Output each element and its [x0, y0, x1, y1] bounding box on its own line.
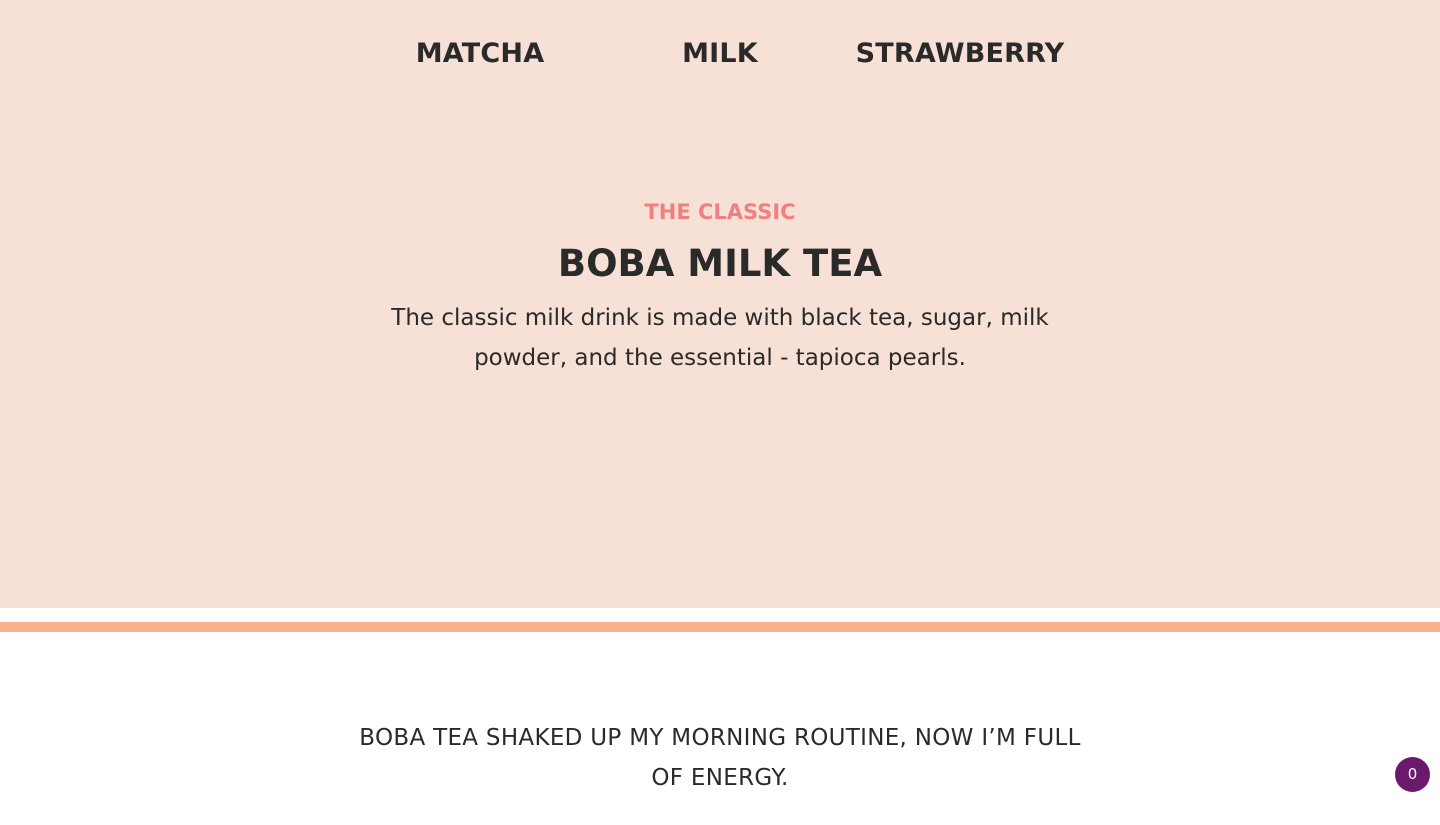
tab-matcha[interactable]: MATCHA — [360, 38, 600, 69]
flavor-tabs: MATCHA MILK STRAWBERRY — [0, 38, 1440, 78]
product-description: The classic milk drink is made with blac… — [391, 305, 1049, 371]
testimonial-quote: BOBA TEA SHAKED UP MY MORNING ROUTINE, N… — [359, 725, 1081, 791]
accent-divider — [0, 622, 1440, 632]
product-title: BOBA MILK TEA — [557, 242, 883, 285]
hero-section: MATCHA MILK STRAWBERRY THE CLASSIC BOBA … — [0, 0, 1440, 608]
product-eyebrow: THE CLASSIC — [644, 200, 796, 224]
cart-count-badge[interactable]: 0 — [1395, 757, 1430, 792]
tab-strawberry[interactable]: STRAWBERRY — [840, 38, 1080, 69]
tab-milk[interactable]: MILK — [600, 38, 840, 69]
